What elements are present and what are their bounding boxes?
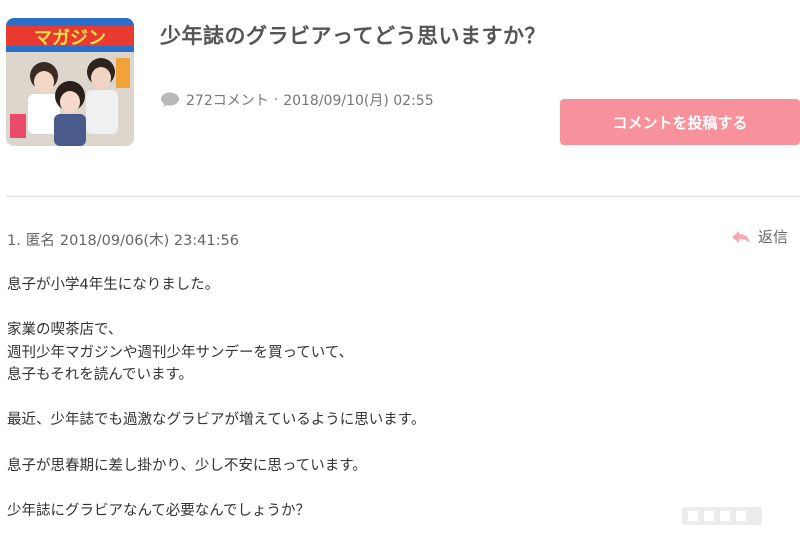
post-comment-button[interactable]: コメントを投稿する — [560, 99, 800, 145]
comment-number[interactable]: 1. — [7, 233, 21, 249]
magazine-cover-image: マガジン — [6, 18, 134, 146]
comment-paragraph: 少年誌にグラビアなんて必要なんでしょうか？ — [7, 500, 425, 522]
comment-header: 1. 匿名 2018/09/06(木) 23:41:56 — [7, 229, 244, 250]
svg-text:マガジン: マガジン — [34, 28, 106, 49]
comment-paragraph: 家業の喫茶店で、週刊少年マガジンや週刊少年サンデーを買っていて、 息子もそれを読ん… — [7, 319, 425, 386]
comment-line: 週刊少年マガジンや週刊少年サンデーを買っていて、 — [7, 344, 354, 361]
comment-line: 少年誌にグラビアなんて必要なんでしょうか？ — [7, 502, 311, 519]
comment-author: 匿名 — [25, 233, 55, 249]
comment-line: 息子もそれを読んでいます。 — [7, 366, 194, 383]
comment-paragraph: 息子が小学4年生になりました。 — [7, 274, 425, 296]
comment-line: 最近、少年誌でも過激なグラビアが増えているように思います。 — [7, 412, 426, 429]
posted-date: 2018/09/10(月) 02:55 — [283, 93, 434, 109]
comment-body: 息子が小学4年生になりました。 家業の喫茶店で、週刊少年マガジンや週刊少年サンデー… — [7, 274, 425, 522]
watermark-logo — [682, 507, 762, 525]
comment-line: 家業の喫茶店で、 — [7, 322, 123, 339]
section-divider — [6, 196, 800, 197]
topic-title: 少年誌のグラビアってどう思いますか？ — [160, 24, 546, 48]
reply-arrow-icon — [732, 230, 750, 243]
comment-line: 息子が小学4年生になりました。 — [7, 277, 220, 293]
comment-paragraph: 最近、少年誌でも過激なグラビアが増えているように思います。 — [7, 409, 425, 431]
comment-datetime: 2018/09/06(木) 23:41:56 — [59, 233, 239, 249]
topic-page: マガジン 少年誌のグラビアってどう思いますか？ 272コメント · 2018/0… — [0, 0, 800, 553]
comment-paragraph: 息子が思春期に差し掛かり、少し不安に思っています。 — [7, 455, 425, 477]
reply-button[interactable]: 返信 — [730, 226, 788, 247]
comment-count[interactable]: 272コメント — [186, 90, 269, 110]
comment-bubble-icon — [161, 92, 179, 107]
meta-separator: · — [273, 92, 279, 108]
reply-label: 返信 — [758, 228, 789, 246]
comment-line: 息子が思春期に差し掛かり、少し不安に思っています。 — [7, 457, 367, 474]
topic-meta: 272コメント · 2018/09/10(月) 02:55 — [160, 90, 434, 110]
topic-thumbnail[interactable]: マガジン — [6, 18, 134, 146]
